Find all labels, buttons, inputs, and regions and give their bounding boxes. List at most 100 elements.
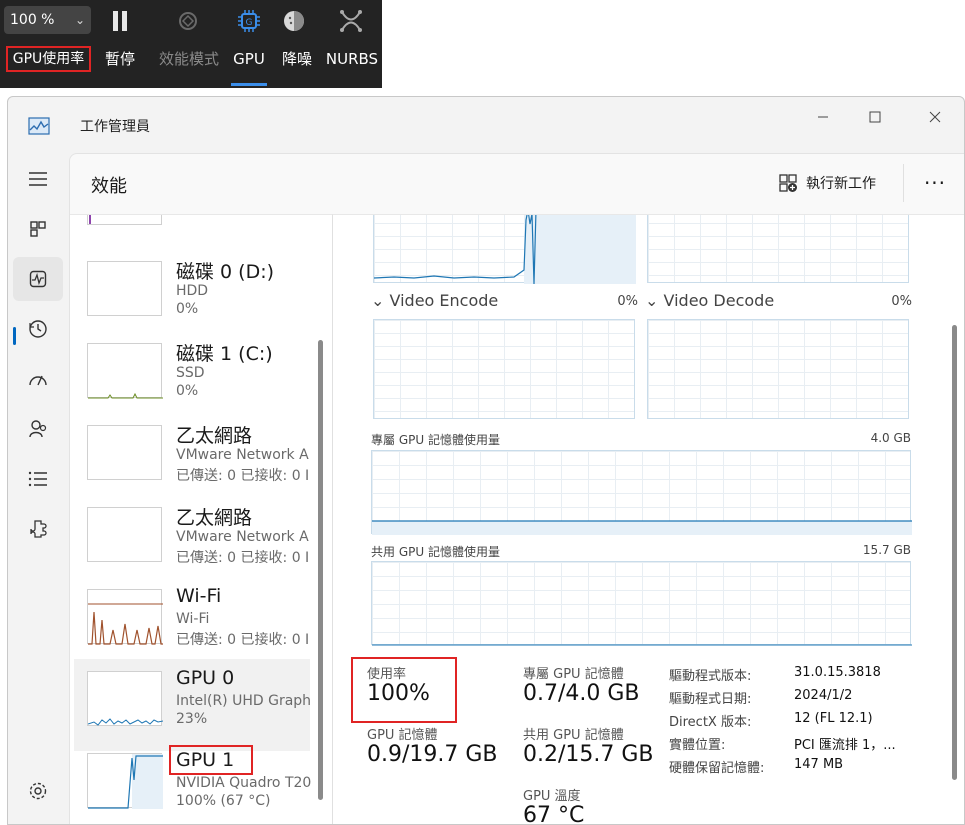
shared-memory-graph-max: 15.7 GB	[862, 543, 911, 557]
gpu-usage-tab[interactable]: GPU使用率	[6, 46, 91, 72]
device-value: 0%	[176, 383, 199, 399]
device-thumbnail	[87, 343, 163, 399]
zoom-value: 100 %	[10, 12, 55, 28]
device-value: 100% (67 °C)	[176, 793, 271, 809]
gpu-memory-value: 0.9/19.7 GB	[367, 742, 498, 767]
device-thumbnail	[87, 753, 163, 809]
nav-services-icon[interactable]	[13, 507, 63, 551]
device-thumbnail	[87, 507, 162, 562]
hardware-reserved-memory-key: 硬體保留記憶體:	[669, 761, 765, 776]
device-list-scrollbar[interactable]	[318, 340, 323, 800]
nurbs-icon[interactable]	[337, 6, 365, 36]
gpu-engine-graph-1	[373, 215, 636, 284]
nav-performance-icon[interactable]	[13, 257, 63, 301]
device-item-disk0[interactable]: 磁碟 0 (D:) HDD 0%	[74, 261, 310, 343]
device-thumbnail	[87, 589, 163, 645]
header-divider	[903, 164, 904, 202]
denoise-tab[interactable]: 降噪	[277, 48, 317, 70]
detail-panel-scrollbar[interactable]	[952, 325, 957, 780]
maximize-button[interactable]	[860, 105, 890, 129]
physical-location-value: PCI 匯流排 1，...	[794, 738, 896, 753]
device-subtitle: Intel(R) UHD Graph	[176, 693, 312, 709]
dedicated-memory-graph	[371, 450, 912, 535]
more-options-button[interactable]: ···	[920, 168, 950, 198]
performance-mode-tab[interactable]: 效能模式	[152, 48, 226, 70]
settings-gear-icon[interactable]	[13, 769, 63, 813]
nav-app-history-icon[interactable]	[13, 307, 63, 351]
video-decode-value: 0%	[891, 294, 912, 309]
device-subtitle: NVIDIA Quadro T20	[176, 775, 312, 791]
video-decode-graph	[647, 319, 909, 419]
device-thumbnail	[87, 215, 162, 225]
device-name: 磁碟 1 (C:)	[176, 343, 273, 365]
render-toolbar: 100 % ⌄ G GPU使用率 暫停 效能模式 GPU 降噪 NURBS	[0, 0, 382, 88]
device-name: 乙太網路	[176, 425, 253, 447]
task-manager-app-icon	[28, 117, 50, 139]
device-subtitle: HDD	[176, 283, 209, 299]
hamburger-menu-icon[interactable]	[13, 157, 63, 201]
device-item-gpu0[interactable]: GPU 0 Intel(R) UHD Graph 23%	[74, 659, 312, 751]
video-encode-value: 0%	[617, 294, 638, 309]
nav-startup-apps-icon[interactable]	[13, 357, 63, 401]
window-title: 工作管理員	[80, 119, 150, 135]
pause-tab[interactable]: 暫停	[100, 48, 140, 70]
gpu-engine-graph-2	[647, 215, 909, 283]
performance-mode-icon[interactable]	[174, 6, 202, 36]
hardware-reserved-memory-value: 147 MB	[794, 757, 844, 772]
device-item-disk1[interactable]: 磁碟 1 (C:) SSD 0%	[74, 343, 310, 425]
shared-memory-value: 0.2/15.7 GB	[523, 742, 654, 767]
shared-memory-graph	[371, 561, 912, 646]
device-value: 已傳送: 0 已接收: 0 I	[176, 468, 310, 484]
content-card: 效能 執行新工作 ··· 磁碟 0 (D:) HDD 0% 磁碟 1 (C:) …	[69, 153, 964, 825]
page-title: 效能	[91, 176, 127, 197]
device-item-ethernet-1[interactable]: 乙太網路 VMware Network A 已傳送: 0 已接收: 0 I	[74, 425, 310, 507]
device-subtitle: VMware Network A	[176, 447, 309, 463]
video-encode-label[interactable]: ⌄ Video Encode	[371, 291, 498, 310]
new-task-icon	[779, 174, 797, 192]
minimize-button[interactable]	[808, 105, 838, 129]
device-thumbnail	[87, 261, 162, 316]
zoom-dropdown[interactable]: 100 % ⌄	[4, 6, 91, 34]
shared-memory-graph-label: 共用 GPU 記憶體使用量	[371, 545, 500, 559]
svg-text:G: G	[246, 18, 253, 28]
device-subtitle: SSD	[176, 365, 205, 381]
driver-version-key: 驅動程式版本:	[669, 669, 752, 684]
pause-icon[interactable]	[106, 6, 134, 36]
video-decode-label[interactable]: ⌄ Video Decode	[645, 291, 774, 310]
device-value: 已傳送: 0 已接收: 0 I	[176, 550, 310, 566]
driver-date-key: 驅動程式日期:	[669, 692, 752, 707]
device-thumbnail	[87, 671, 164, 726]
denoise-icon[interactable]	[280, 6, 308, 36]
nav-details-icon[interactable]	[13, 457, 63, 501]
driver-version-value: 31.0.15.3818	[794, 665, 881, 680]
dedicated-memory-label: 專屬 GPU 記憶體	[523, 667, 624, 682]
run-new-task-label: 執行新工作	[806, 176, 876, 192]
device-value: 23%	[176, 711, 208, 727]
device-name: GPU 1	[176, 749, 235, 771]
gpu-memory-label: GPU 記憶體	[367, 728, 438, 743]
usage-label: 使用率	[367, 667, 407, 682]
nurbs-tab[interactable]: NURBS	[324, 48, 380, 70]
device-name: GPU 0	[176, 667, 235, 689]
device-name: 乙太網路	[176, 507, 253, 529]
nav-processes-icon[interactable]	[13, 207, 63, 251]
run-new-task-button[interactable]: 執行新工作	[778, 168, 876, 198]
device-thumbnail	[87, 425, 162, 480]
device-name: Wi-Fi	[176, 585, 222, 607]
nav-users-icon[interactable]	[13, 407, 63, 451]
nav-rail	[8, 153, 68, 824]
video-encode-graph	[373, 319, 635, 419]
device-subtitle: Wi-Fi	[176, 611, 210, 627]
dedicated-memory-graph-label: 專屬 GPU 記憶體使用量	[371, 433, 500, 447]
device-item-partial[interactable]	[74, 215, 310, 225]
usage-value: 100%	[367, 681, 430, 706]
dedicated-memory-graph-max: 4.0 GB	[870, 431, 911, 445]
close-button[interactable]	[920, 105, 950, 129]
device-item-ethernet-2[interactable]: 乙太網路 VMware Network A 已傳送: 0 已接收: 0 I	[74, 507, 310, 589]
gpu-temperature-value: 67 °C	[523, 803, 585, 825]
gpu-chip-icon[interactable]: G	[235, 6, 263, 36]
device-subtitle: VMware Network A	[176, 529, 309, 545]
device-item-gpu1[interactable]: GPU 1 NVIDIA Quadro T20 100% (67 °C)	[74, 745, 312, 824]
gpu-tab[interactable]: GPU	[229, 48, 269, 70]
directx-version-key: DirectX 版本:	[669, 715, 752, 730]
